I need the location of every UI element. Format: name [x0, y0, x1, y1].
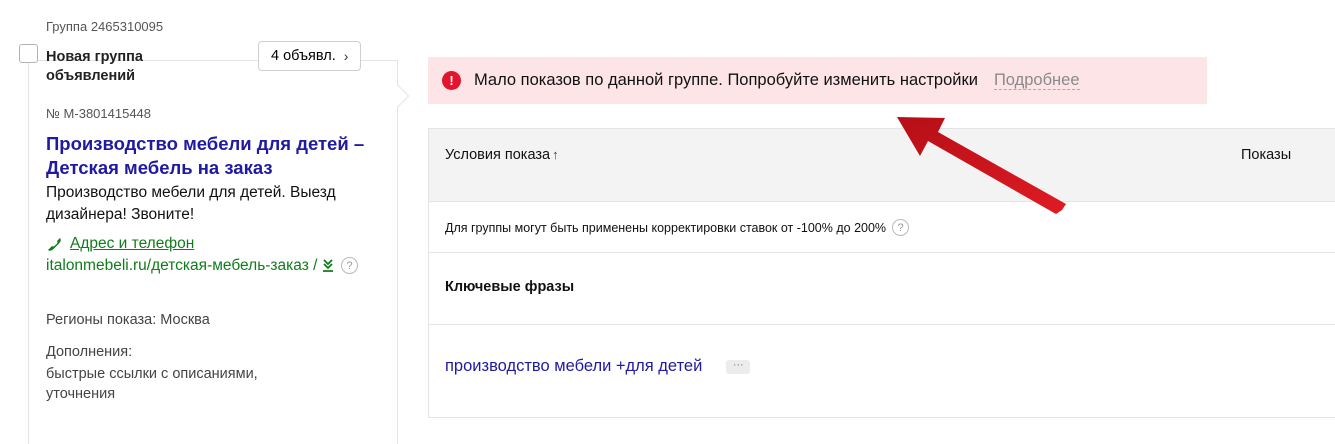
annotation-arrow [897, 117, 1066, 214]
